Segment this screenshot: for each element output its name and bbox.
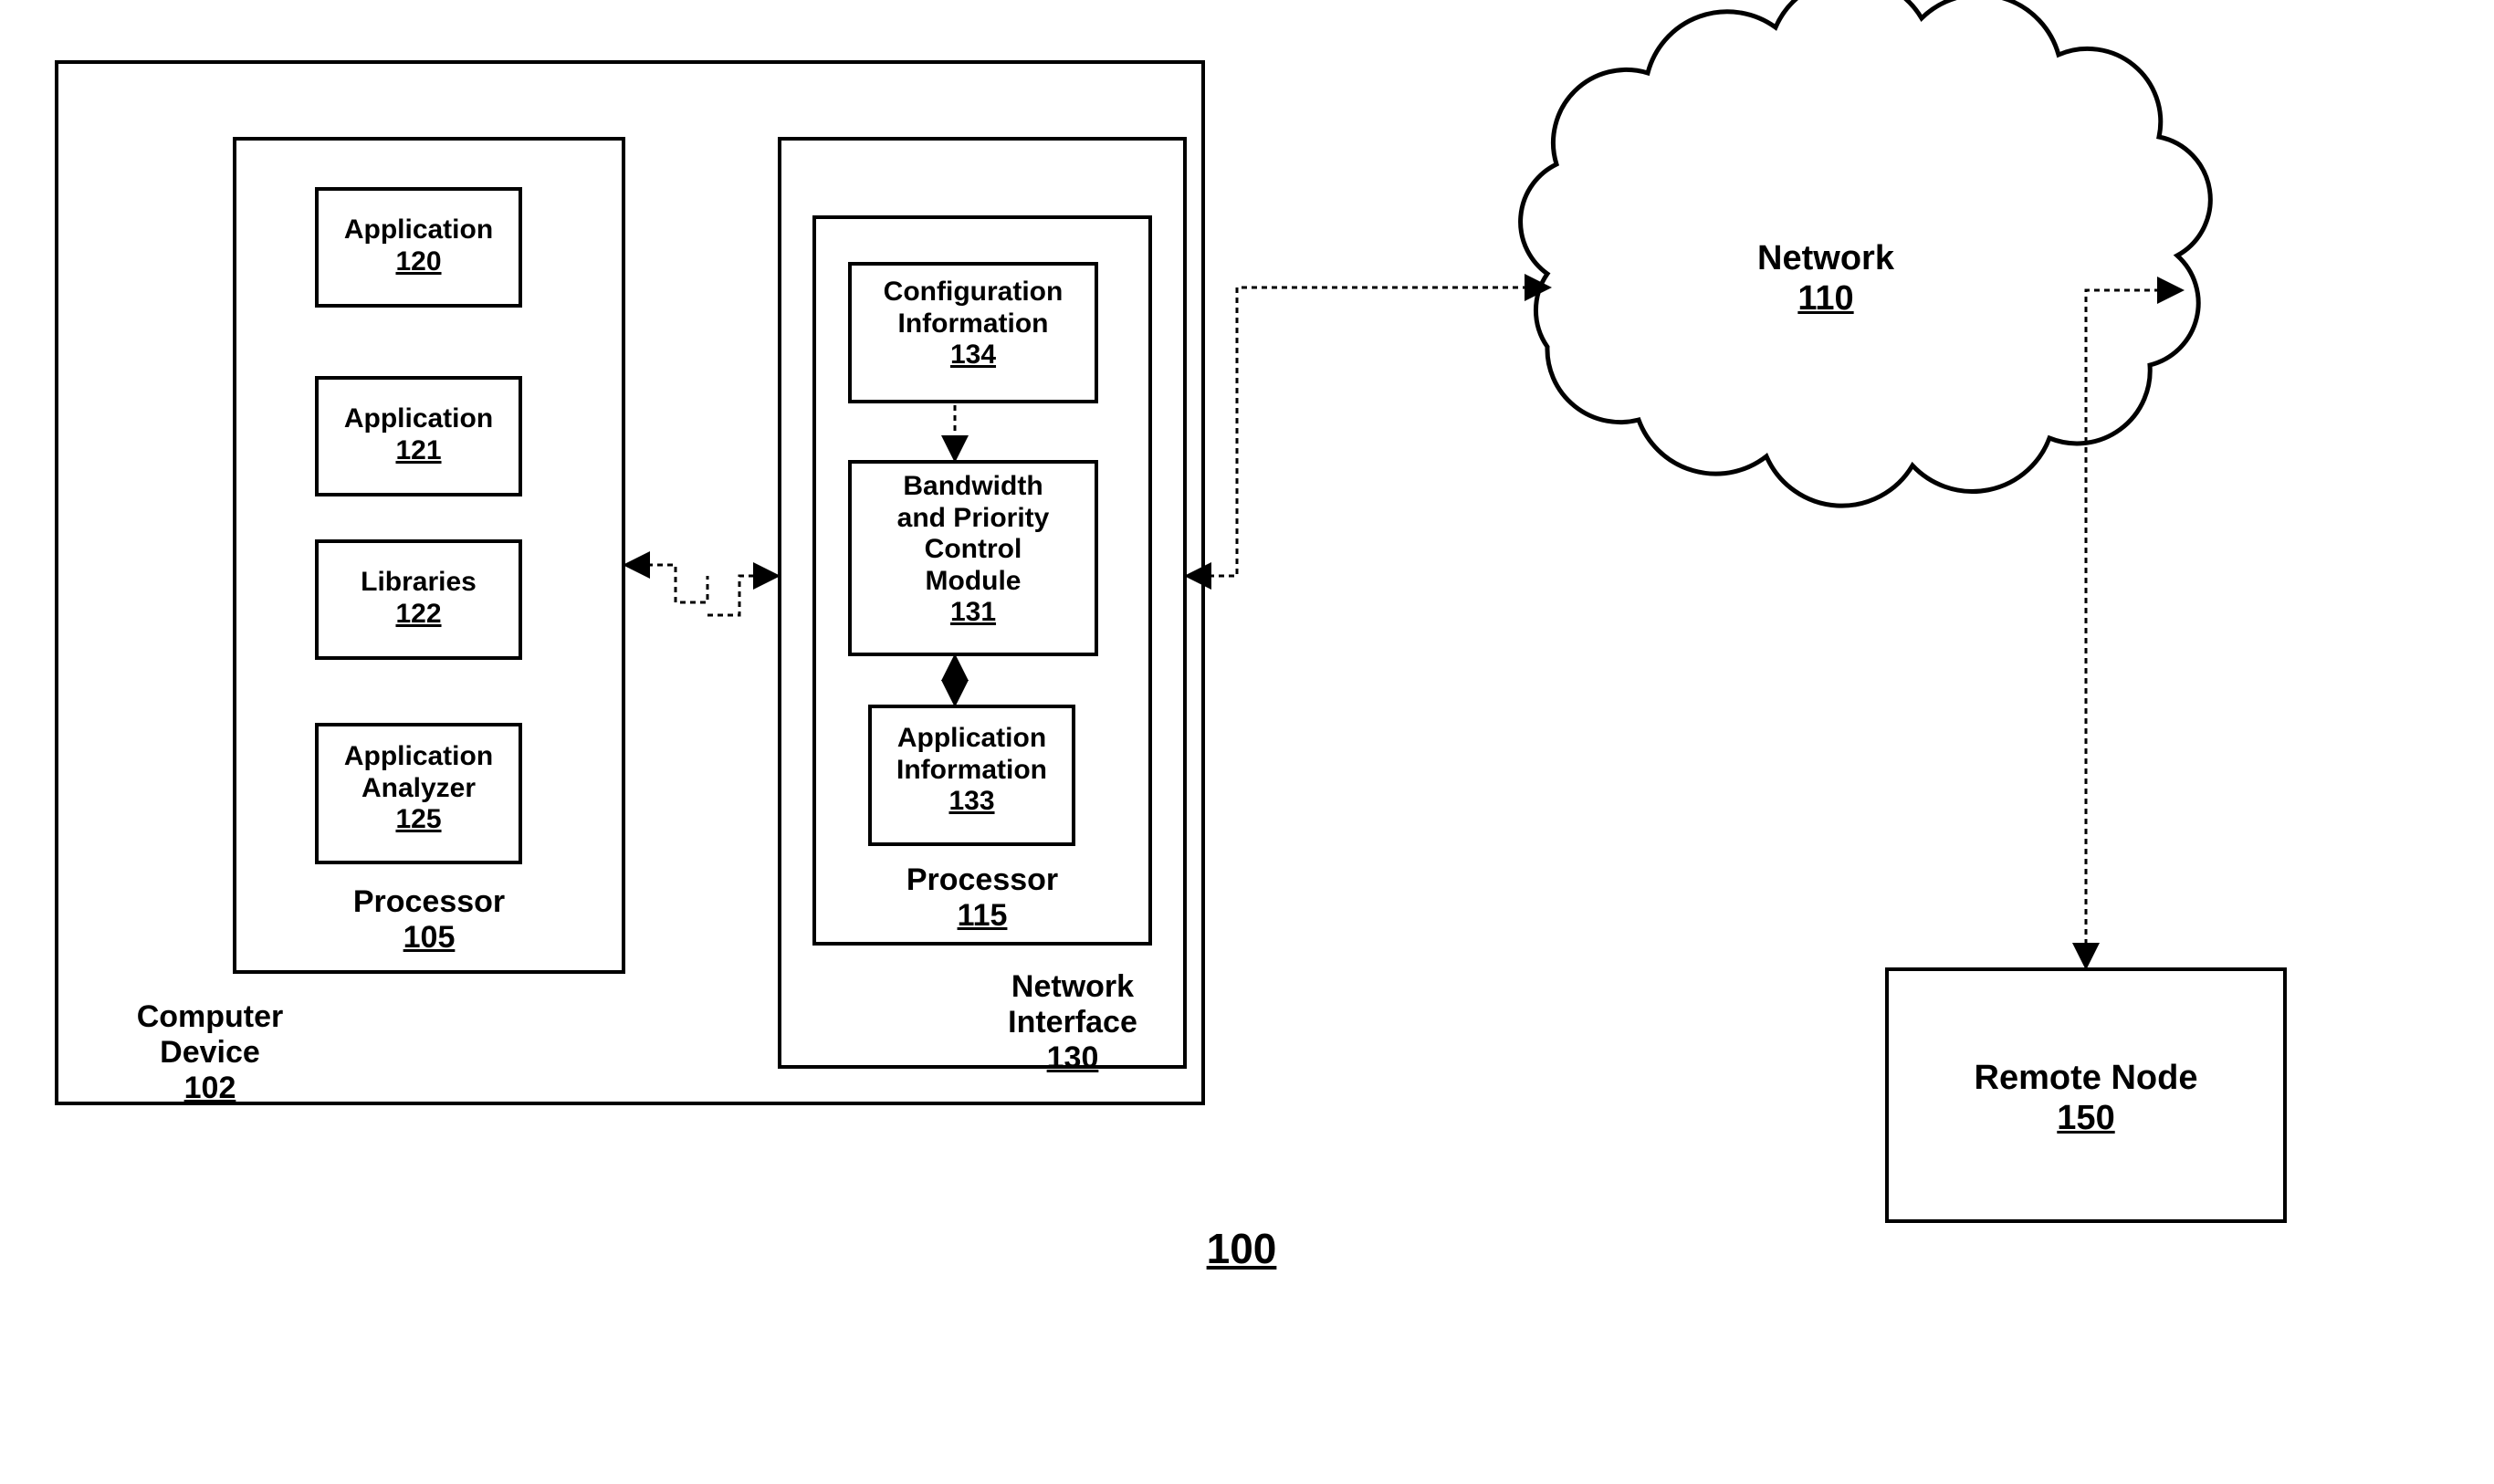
processor-115-ref: 115 xyxy=(958,898,1008,933)
analyzer-125-title: ApplicationAnalyzer xyxy=(344,741,493,803)
libraries-122-ref: 122 xyxy=(395,599,441,629)
remote-node-ref: 150 xyxy=(2057,1099,2114,1137)
app-121-label: Application 121 xyxy=(315,403,522,466)
analyzer-125-ref: 125 xyxy=(395,804,441,834)
processor-105-title: Processor xyxy=(353,884,505,919)
computer-device-ref: 102 xyxy=(184,1071,236,1105)
app-120-label: Application 120 xyxy=(315,214,522,277)
network-title: Network xyxy=(1757,239,1894,277)
network-ref: 110 xyxy=(1797,279,1853,318)
analyzer-125-label: ApplicationAnalyzer 125 xyxy=(315,741,522,836)
remote-node-title: Remote Node xyxy=(1975,1059,2198,1097)
processor-115-label: Processor 115 xyxy=(812,862,1152,934)
network-label: Network 110 xyxy=(1634,239,2017,319)
appinfo-133-title: ApplicationInformation xyxy=(896,723,1047,785)
remote-node-label: Remote Node 150 xyxy=(1885,1059,2287,1138)
figure-ref-number: 100 xyxy=(1207,1225,1277,1272)
bpc-131-label: Bandwidthand PriorityControlModule 131 xyxy=(848,471,1098,629)
config-134-ref: 134 xyxy=(950,340,996,370)
figure-ref: 100 xyxy=(1168,1225,1315,1273)
processor-115-title: Processor xyxy=(906,862,1058,897)
bpc-131-title: Bandwidthand PriorityControlModule xyxy=(897,471,1050,596)
app-120-ref: 120 xyxy=(395,246,441,277)
app-120-title: Application xyxy=(344,214,493,245)
app-121-title: Application xyxy=(344,403,493,434)
libraries-122-label: Libraries 122 xyxy=(315,567,522,630)
bpc-131-ref: 131 xyxy=(950,597,996,627)
config-134-label: ConfigurationInformation 134 xyxy=(848,277,1098,371)
processor-105-ref: 105 xyxy=(403,920,456,955)
libraries-122-title: Libraries xyxy=(361,567,477,597)
diagram-stage: ComputerDevice 102 Processor 105 Applica… xyxy=(0,0,2494,1484)
app-121-ref: 121 xyxy=(395,435,441,465)
appinfo-133-label: ApplicationInformation 133 xyxy=(868,723,1075,818)
computer-device-title: ComputerDevice xyxy=(137,999,284,1070)
network-interface-title: NetworkInterface xyxy=(1008,969,1137,1040)
config-134-title: ConfigurationInformation xyxy=(884,277,1064,339)
network-interface-label: NetworkInterface 130 xyxy=(959,969,1187,1076)
appinfo-133-ref: 133 xyxy=(948,786,994,816)
network-interface-ref: 130 xyxy=(1047,1040,1099,1075)
computer-device-label: ComputerDevice 102 xyxy=(119,999,301,1106)
processor-105-label: Processor 105 xyxy=(233,884,625,956)
